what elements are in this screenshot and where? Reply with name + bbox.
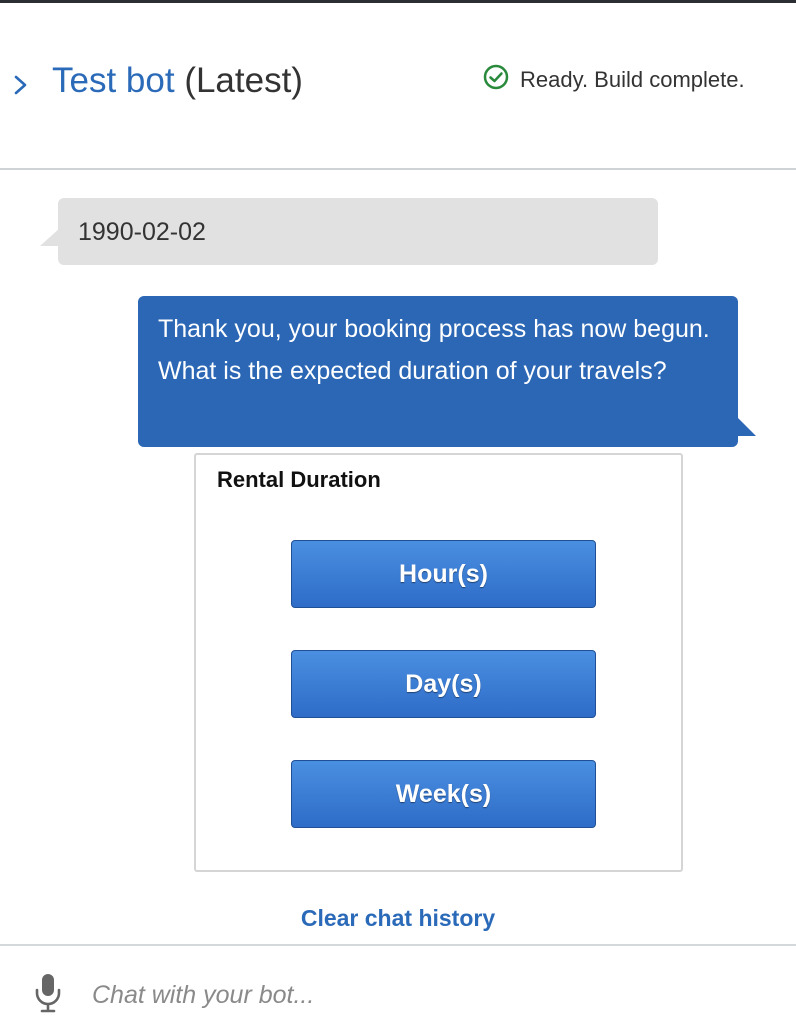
bot-name[interactable]: Test bot [52, 61, 175, 100]
user-message-text: 1990-02-02 [78, 218, 206, 246]
response-card: Rental Duration Hour(s) Day(s) Week(s) [194, 453, 683, 872]
chevron-right-icon[interactable] [10, 73, 32, 97]
bubble-tail [40, 228, 60, 246]
build-status: Ready. Build complete. [482, 63, 745, 96]
footer-divider [0, 944, 796, 946]
page-title: Test bot (Latest) [52, 61, 303, 101]
status-text: Ready. Build complete. [520, 66, 745, 92]
bubble-tail [736, 416, 756, 436]
weeks-button[interactable]: Week(s) [291, 760, 596, 828]
bot-message-text: Thank you, your booking process has now … [158, 315, 710, 385]
hours-button[interactable]: Hour(s) [291, 540, 596, 608]
test-bot-header: Test bot (Latest) Ready. Build complete. [0, 3, 796, 168]
microphone-icon[interactable] [34, 972, 62, 1014]
chat-input[interactable] [92, 970, 772, 1020]
header-divider [0, 168, 796, 170]
days-button[interactable]: Day(s) [291, 650, 596, 718]
bot-version: (Latest) [184, 61, 303, 100]
check-circle-icon [482, 63, 510, 96]
user-message-bubble: 1990-02-02 [40, 198, 658, 265]
card-title: Rental Duration [217, 467, 381, 492]
bot-message-bubble: Thank you, your booking process has now … [138, 296, 756, 447]
clear-chat-history-link[interactable]: Clear chat history [0, 905, 796, 932]
